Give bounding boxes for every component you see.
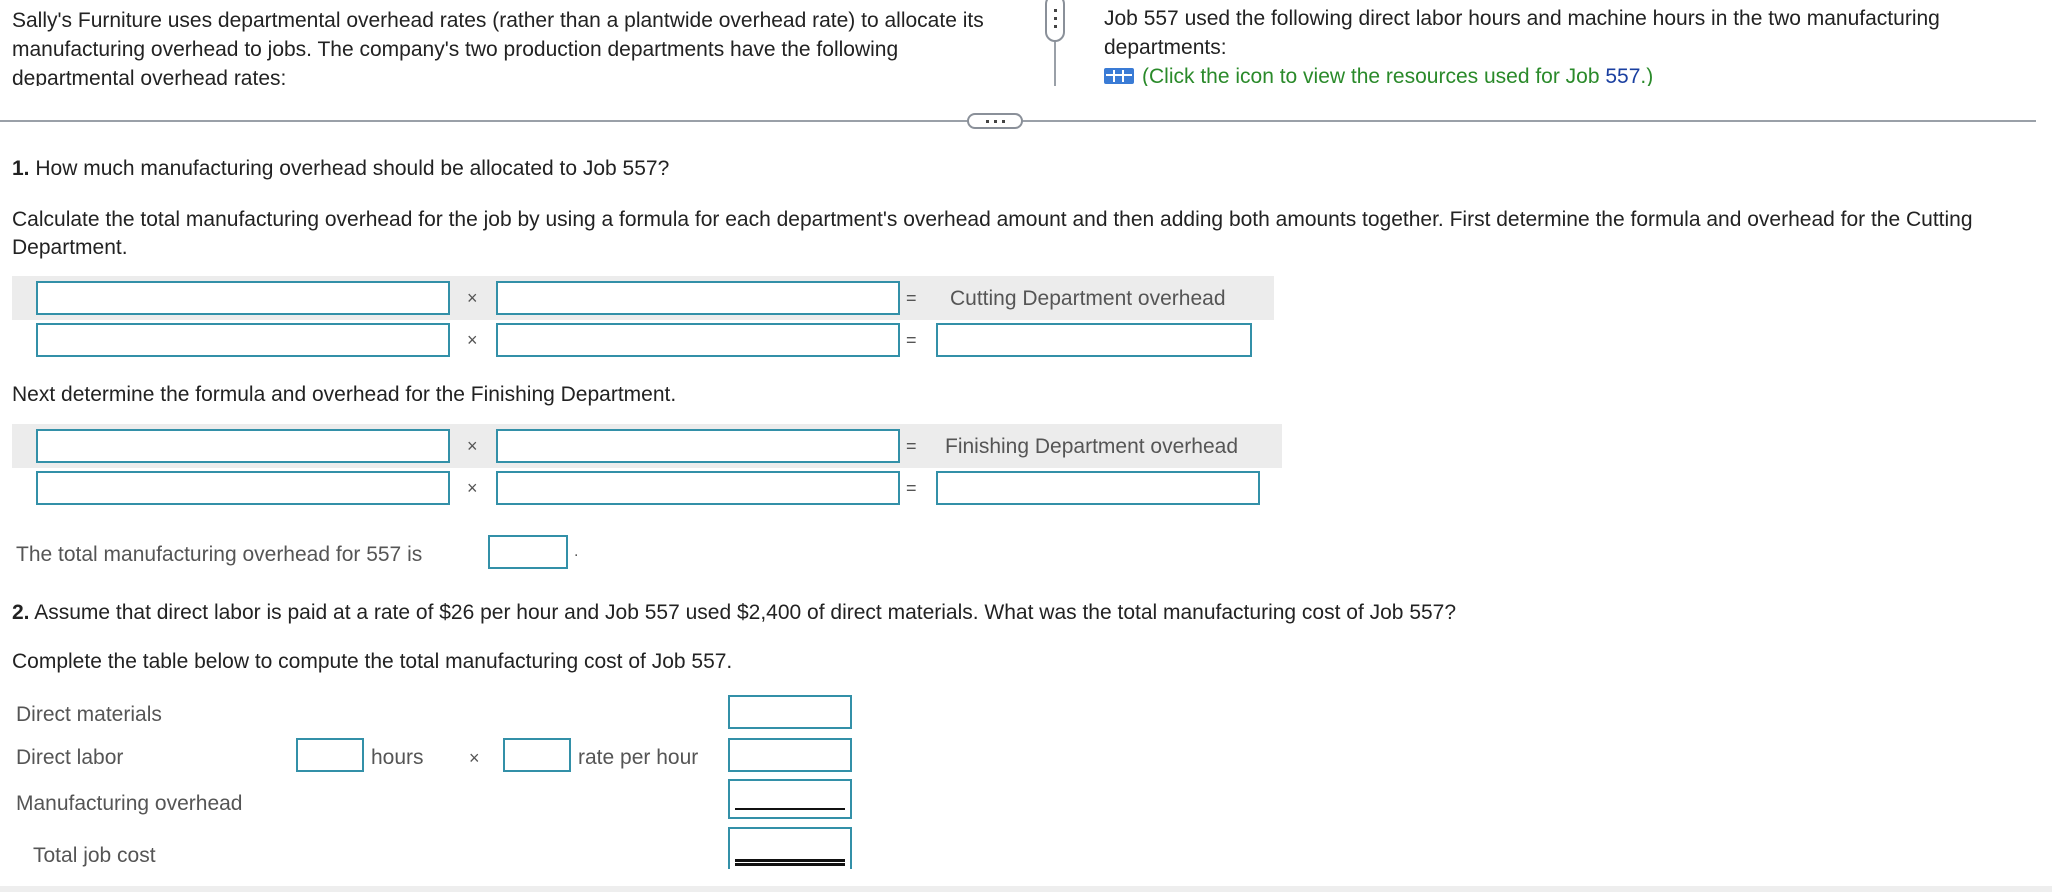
times-sign: ×: [467, 330, 478, 350]
question-1-instructions: Calculate the total manufacturing overhe…: [12, 208, 1973, 259]
equals-sign: =: [906, 288, 917, 308]
manufacturing-overhead-input[interactable]: [728, 779, 852, 819]
direct-materials-label: Direct materials: [16, 703, 162, 726]
times-sign: ×: [469, 748, 480, 768]
grip-dot: [1053, 24, 1057, 28]
resource-link[interactable]: (Click the icon to view the resources us…: [1104, 62, 2004, 86]
hours-label: hours: [371, 746, 424, 769]
grip-dot: [993, 119, 997, 123]
question-1-text: How much manufacturing overhead should b…: [35, 157, 670, 180]
finishing-instructions: Next determine the formula and overhead …: [12, 383, 677, 406]
cutting-formula-header-b-input[interactable]: [496, 281, 900, 315]
direct-labor-hours-input[interactable]: [296, 738, 364, 772]
equals-sign: =: [906, 478, 917, 498]
question-2-number: 2.: [12, 601, 30, 624]
manufacturing-overhead-label: Manufacturing overhead: [16, 792, 243, 815]
total-overhead-period: .: [574, 543, 579, 560]
direct-labor-cost-input[interactable]: [728, 738, 852, 772]
grip-dot: [1053, 16, 1057, 20]
finishing-overhead-result-input[interactable]: [936, 471, 1260, 505]
question-2-instructions: Complete the table below to compute the …: [12, 650, 733, 673]
resource-link-text[interactable]: (Click the icon to view the resources us…: [1142, 65, 1605, 86]
grip-dot: [1001, 119, 1005, 123]
vertical-resize-handle[interactable]: [1045, 0, 1065, 42]
equals-sign: =: [906, 436, 917, 456]
times-sign: ×: [467, 478, 478, 498]
grip-dot: [1053, 8, 1057, 12]
total-job-cost-input[interactable]: [728, 827, 852, 869]
table-grid-icon[interactable]: [1104, 68, 1134, 84]
double-underline: [735, 859, 845, 866]
finishing-formula-value-a-input[interactable]: [36, 471, 450, 505]
cutting-formula-value-a-input[interactable]: [36, 323, 450, 357]
resource-link-job-number[interactable]: 557: [1605, 65, 1640, 86]
question-2-text: Assume that direct labor is paid at a ra…: [34, 601, 1457, 624]
bottom-edge: [0, 886, 2052, 892]
problem-intro-left: Sally's Furniture uses departmental over…: [12, 9, 984, 86]
horizontal-resize-handle[interactable]: [967, 113, 1023, 129]
cutting-formula-header-a-input[interactable]: [36, 281, 450, 315]
grip-dot: [985, 119, 989, 123]
direct-labor-label: Direct labor: [16, 746, 124, 769]
finishing-overhead-label: Finishing Department overhead: [945, 435, 1238, 458]
rate-per-hour-label: rate per hour: [578, 746, 699, 769]
resource-link-suffix[interactable]: .): [1640, 65, 1653, 86]
direct-labor-rate-input[interactable]: [503, 738, 571, 772]
single-underline: [735, 808, 845, 810]
equals-sign: =: [906, 330, 917, 350]
finishing-formula-header-b-input[interactable]: [496, 429, 900, 463]
question-1-number: 1.: [12, 157, 30, 180]
finishing-formula-value-b-input[interactable]: [496, 471, 900, 505]
cutting-overhead-result-input[interactable]: [936, 323, 1252, 357]
question-2: 2. Assume that direct labor is paid at a…: [12, 599, 1456, 627]
direct-materials-input[interactable]: [728, 695, 852, 729]
cutting-overhead-label: Cutting Department overhead: [950, 287, 1226, 310]
cutting-formula-value-b-input[interactable]: [496, 323, 900, 357]
intro-right-text: Job 557 used the following direct labor …: [1104, 7, 1940, 59]
times-sign: ×: [467, 288, 478, 308]
total-job-cost-label: Total job cost: [33, 844, 156, 867]
times-sign: ×: [467, 436, 478, 456]
total-overhead-input[interactable]: [488, 535, 568, 569]
problem-intro-right: Job 557 used the following direct labor …: [1104, 4, 2004, 86]
total-overhead-label: The total manufacturing overhead for 557…: [16, 543, 423, 566]
finishing-formula-header-a-input[interactable]: [36, 429, 450, 463]
question-1: 1. How much manufacturing overhead shoul…: [12, 155, 669, 183]
